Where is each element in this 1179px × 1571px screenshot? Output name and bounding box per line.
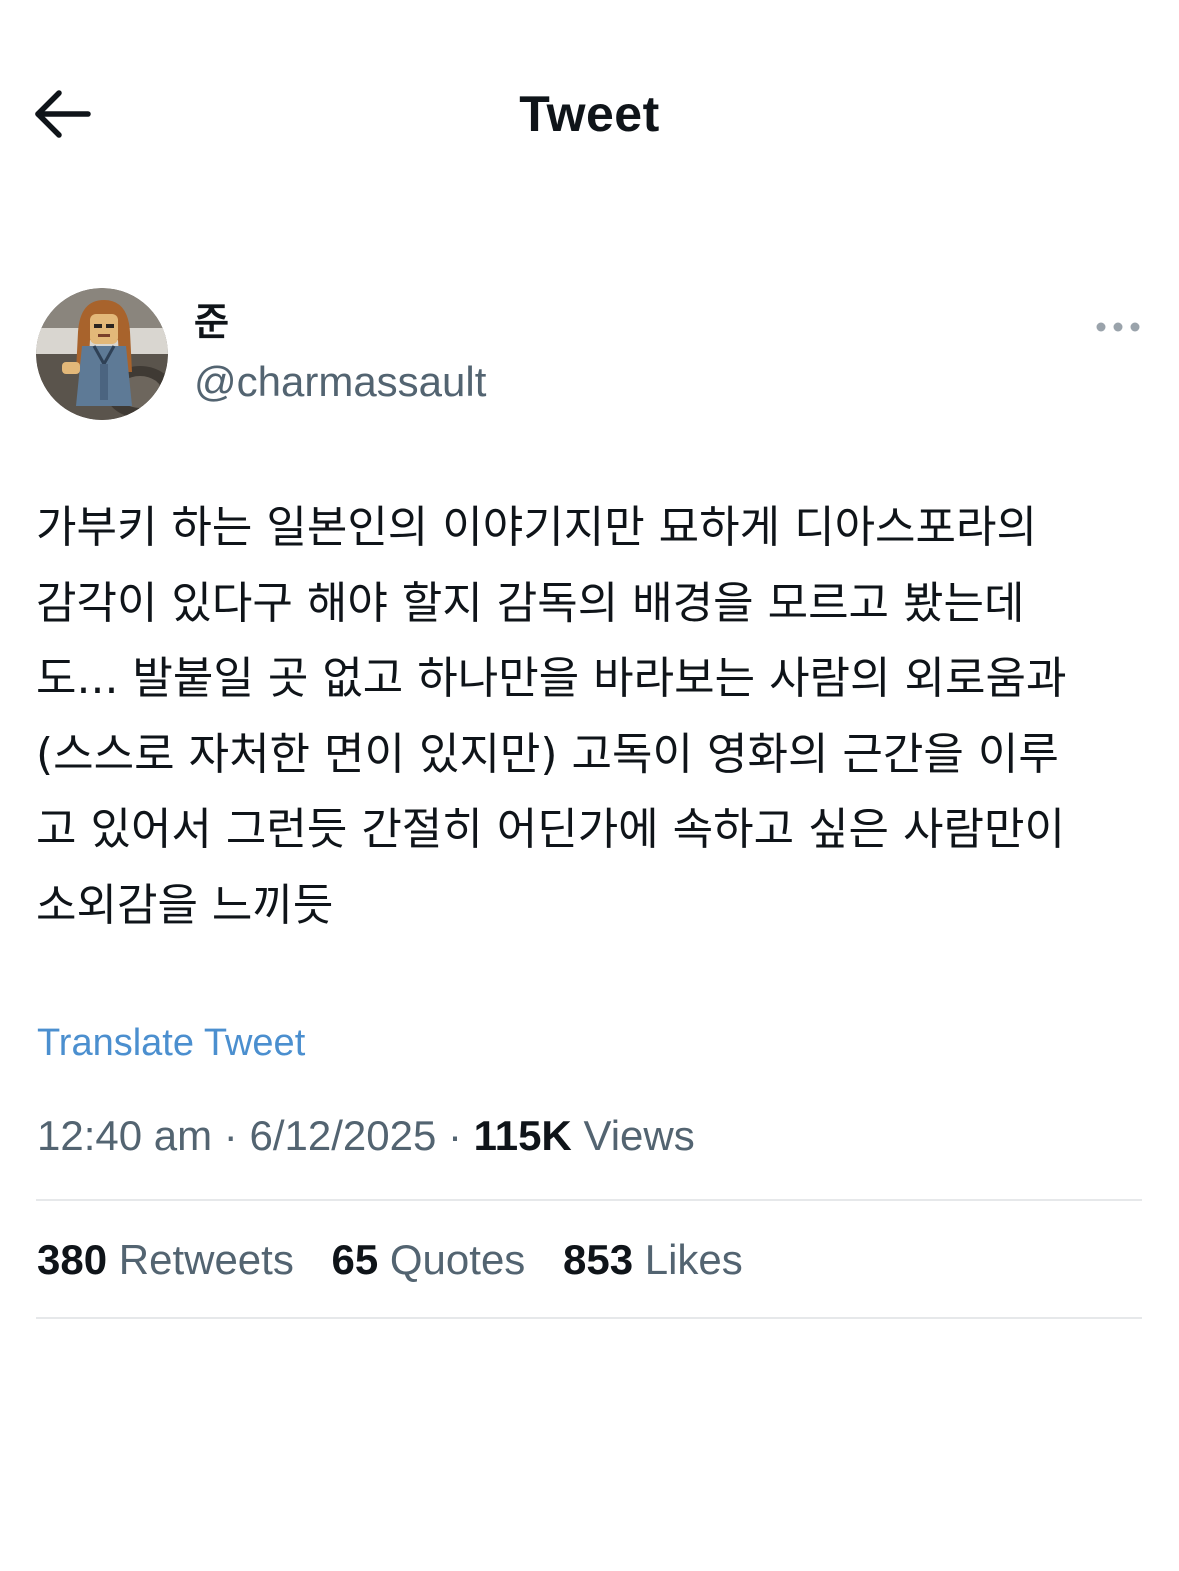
retweets-count: 380	[37, 1236, 108, 1283]
quotes-stat[interactable]: 65 Quotes	[332, 1230, 526, 1290]
more-options-button[interactable]	[1094, 312, 1142, 342]
more-options-icon	[1096, 322, 1140, 332]
likes-label: Likes	[644, 1236, 743, 1283]
page-title: Tweet	[519, 86, 660, 142]
meta-separator: ·	[223, 1112, 238, 1159]
tweet-meta: 12:40 am · 6/12/2025 · 115K Views	[37, 1106, 695, 1166]
avatar-image	[36, 288, 168, 420]
top-bar: Tweet	[0, 0, 1179, 230]
divider	[36, 1317, 1142, 1319]
likes-count: 853	[562, 1236, 634, 1283]
retweets-stat[interactable]: 380 Retweets	[37, 1230, 294, 1290]
retweets-label: Retweets	[118, 1236, 294, 1283]
tweet-date: 6/12/2025	[249, 1112, 437, 1159]
tweet-line: 도... 발붙일 곳 없고 하나만을 바라보는 사람의 외로움과	[36, 653, 1067, 704]
translate-tweet-link[interactable]: Translate Tweet	[37, 1018, 305, 1068]
tweet-line: 고 있어서 그런듯 간절히 어딘가에 속하고 싶은 사람만이	[36, 804, 1065, 855]
meta-separator: ·	[448, 1112, 462, 1159]
quotes-label: Quotes	[389, 1236, 526, 1283]
tweet-author: 준 @charmassault	[36, 288, 1146, 422]
avatar[interactable]	[36, 288, 168, 420]
views-label: Views	[583, 1112, 695, 1159]
views-count: 115K	[473, 1112, 572, 1159]
likes-stat[interactable]: 853 Likes	[563, 1230, 743, 1290]
divider	[36, 1199, 1142, 1201]
engagement-stats: 380 Retweets 65 Quotes 853 Likes	[37, 1230, 769, 1290]
quotes-count: 65	[331, 1236, 379, 1283]
tweet-time: 12:40 am	[37, 1112, 213, 1159]
user-handle[interactable]: @charmassault	[194, 356, 486, 408]
display-name[interactable]: 준	[194, 298, 229, 346]
tweet-line: (스스로 자처한 면이 있지만) 고독이 영화의 근간을 이루	[36, 728, 1059, 780]
tweet-line: 감각이 있다구 해야 할지 감독의 배경을 모르고 봤는데	[36, 577, 1025, 629]
tweet-line: 소외감을 느끼듯	[36, 879, 334, 931]
tweet-line: 가부키 하는 일본인의 이야기지만 묘하게 디아스포라의	[36, 502, 1037, 553]
tweet-text: 가부키 하는 일본인의 이야기지만 묘하게 디아스포라의감각이 있다구 해야 할…	[36, 490, 1144, 943]
